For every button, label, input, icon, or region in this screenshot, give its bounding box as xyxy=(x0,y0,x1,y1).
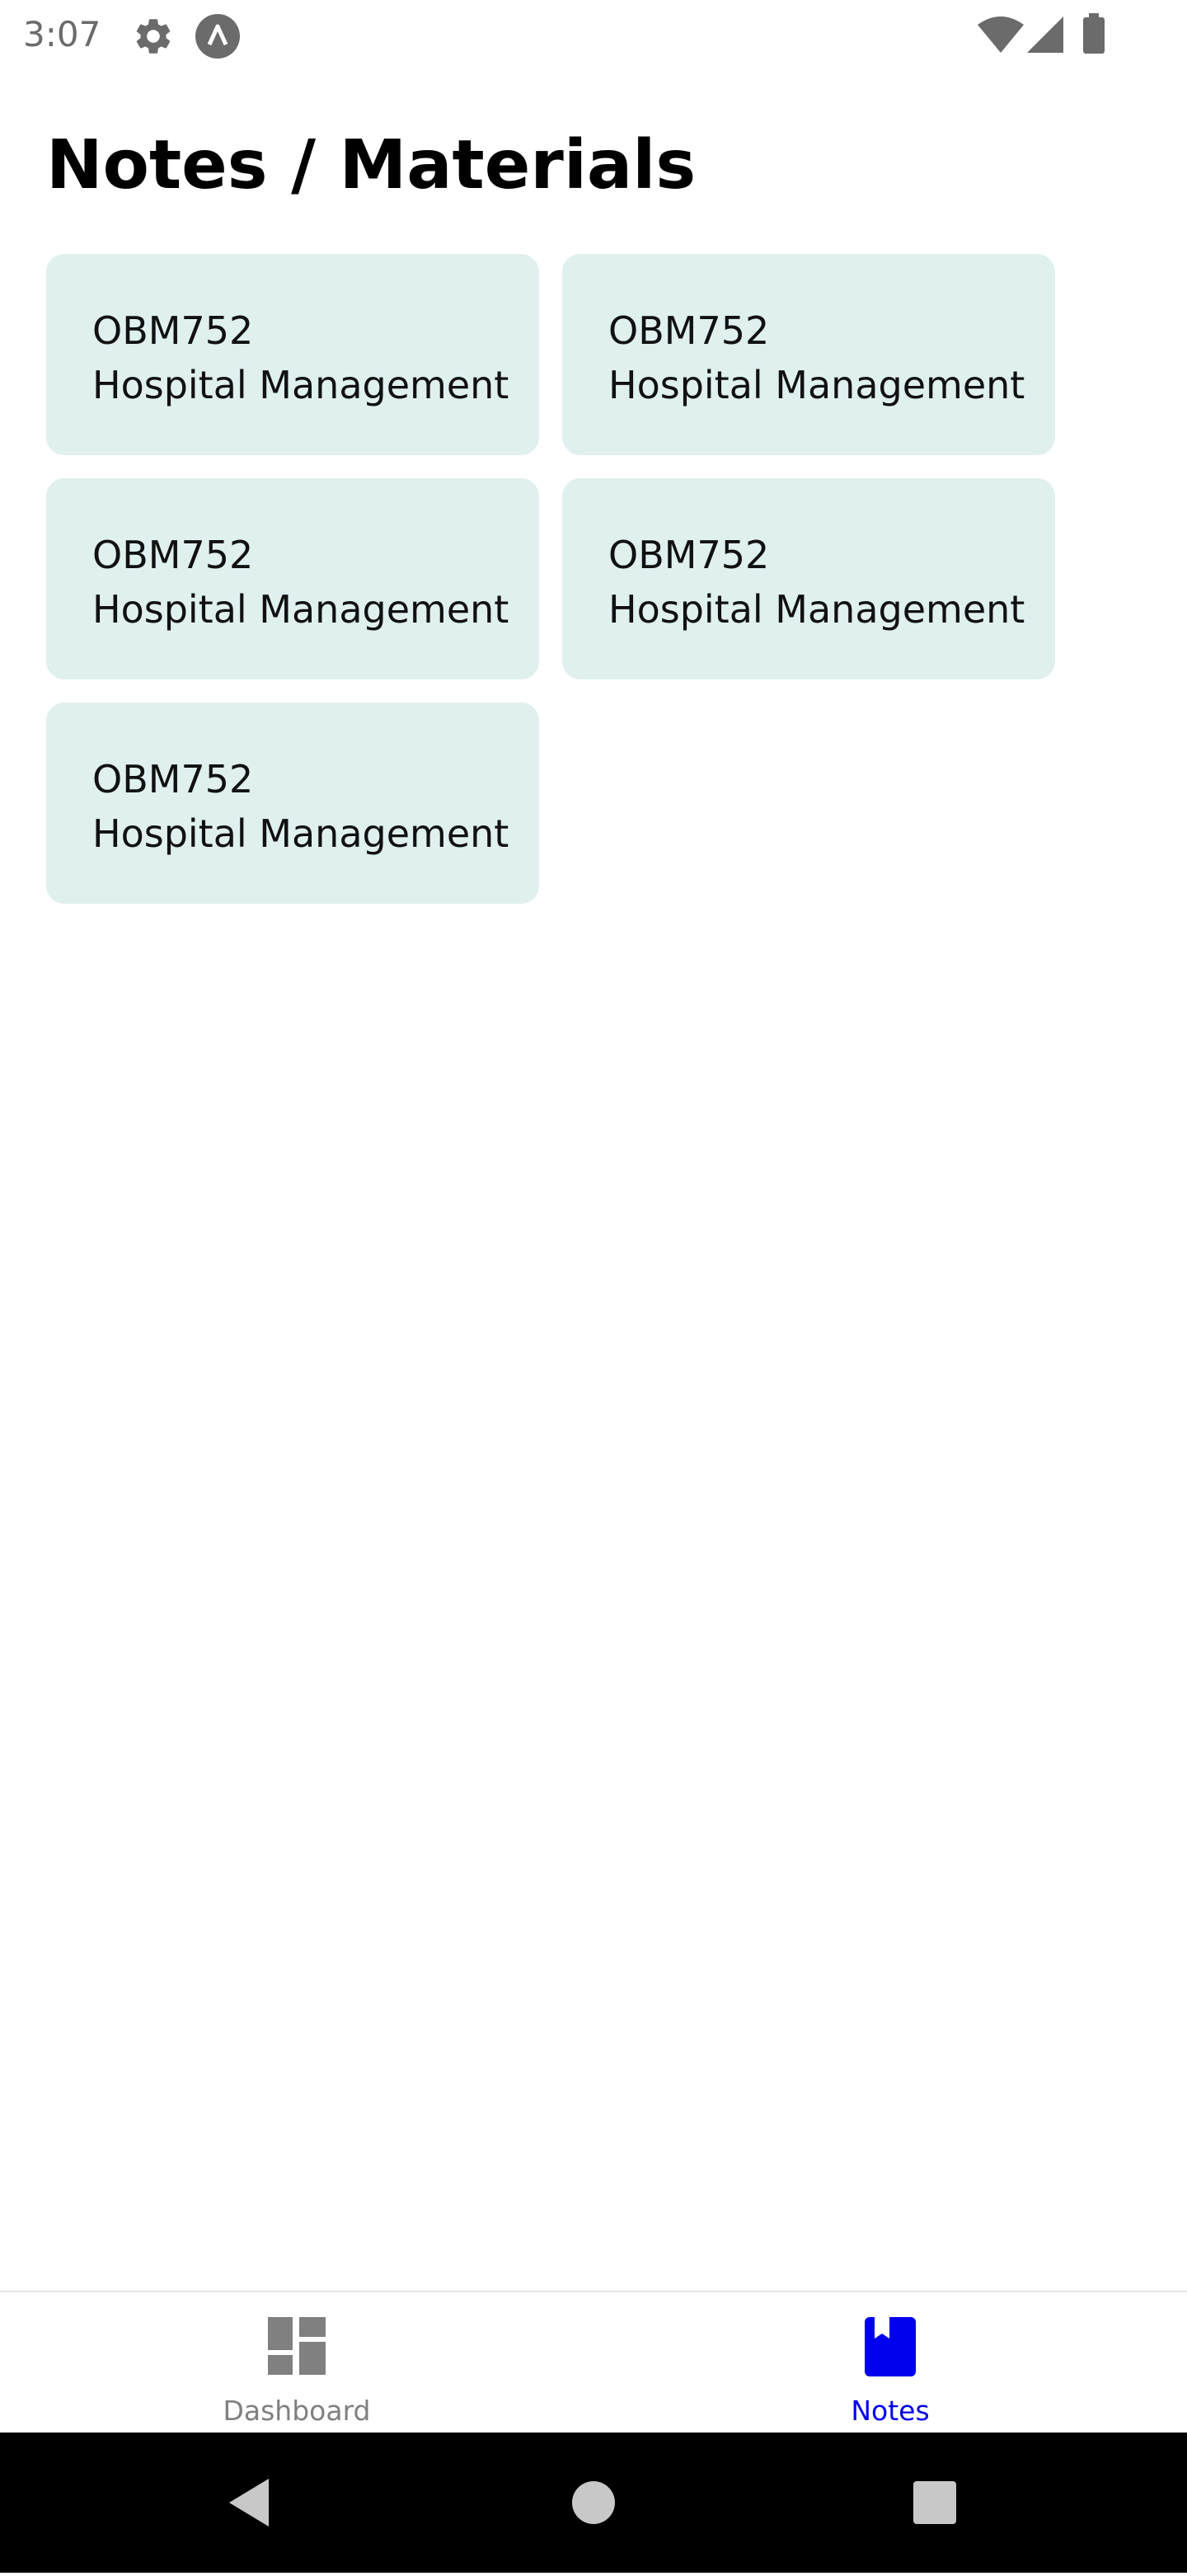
course-name: Hospital Management xyxy=(92,587,509,632)
course-name: Hospital Management xyxy=(608,587,1025,632)
dashboard-icon xyxy=(268,2317,326,2378)
course-name: Hospital Management xyxy=(92,811,509,856)
nav-label-notes: Notes xyxy=(851,2395,930,2427)
signal-icon xyxy=(1027,16,1063,56)
bottom-navigation: Dashboard Notes xyxy=(0,2291,1187,2433)
notes-icon xyxy=(865,2317,916,2380)
home-icon[interactable] xyxy=(569,2433,618,2573)
gear-icon xyxy=(132,15,175,61)
course-card[interactable]: OBM752 Hospital Management xyxy=(562,478,1055,679)
course-card[interactable]: OBM752 Hospital Management xyxy=(46,703,539,904)
course-card[interactable]: OBM752 Hospital Management xyxy=(562,254,1055,455)
course-code: OBM752 xyxy=(92,757,254,801)
battery-icon xyxy=(1081,13,1106,58)
status-bar: 3:07 xyxy=(0,0,1187,69)
course-name: Hospital Management xyxy=(608,363,1025,407)
course-code: OBM752 xyxy=(608,533,770,577)
page-title: Notes / Materials xyxy=(46,126,697,204)
course-card[interactable]: OBM752 Hospital Management xyxy=(46,478,539,679)
course-code: OBM752 xyxy=(608,308,770,353)
course-code: OBM752 xyxy=(92,308,254,353)
recents-icon[interactable] xyxy=(910,2433,959,2573)
system-navigation-bar xyxy=(0,2433,1187,2573)
back-icon[interactable] xyxy=(218,2433,284,2573)
nav-label-dashboard: Dashboard xyxy=(223,2395,371,2427)
status-time: 3:07 xyxy=(23,14,101,54)
course-code: OBM752 xyxy=(92,533,254,577)
app-a-icon xyxy=(195,13,241,63)
course-card[interactable]: OBM752 Hospital Management xyxy=(46,254,539,455)
nav-item-notes[interactable]: Notes xyxy=(594,2292,1187,2433)
nav-item-dashboard[interactable]: Dashboard xyxy=(0,2292,594,2433)
course-name: Hospital Management xyxy=(92,363,509,407)
wifi-icon xyxy=(978,16,1024,56)
